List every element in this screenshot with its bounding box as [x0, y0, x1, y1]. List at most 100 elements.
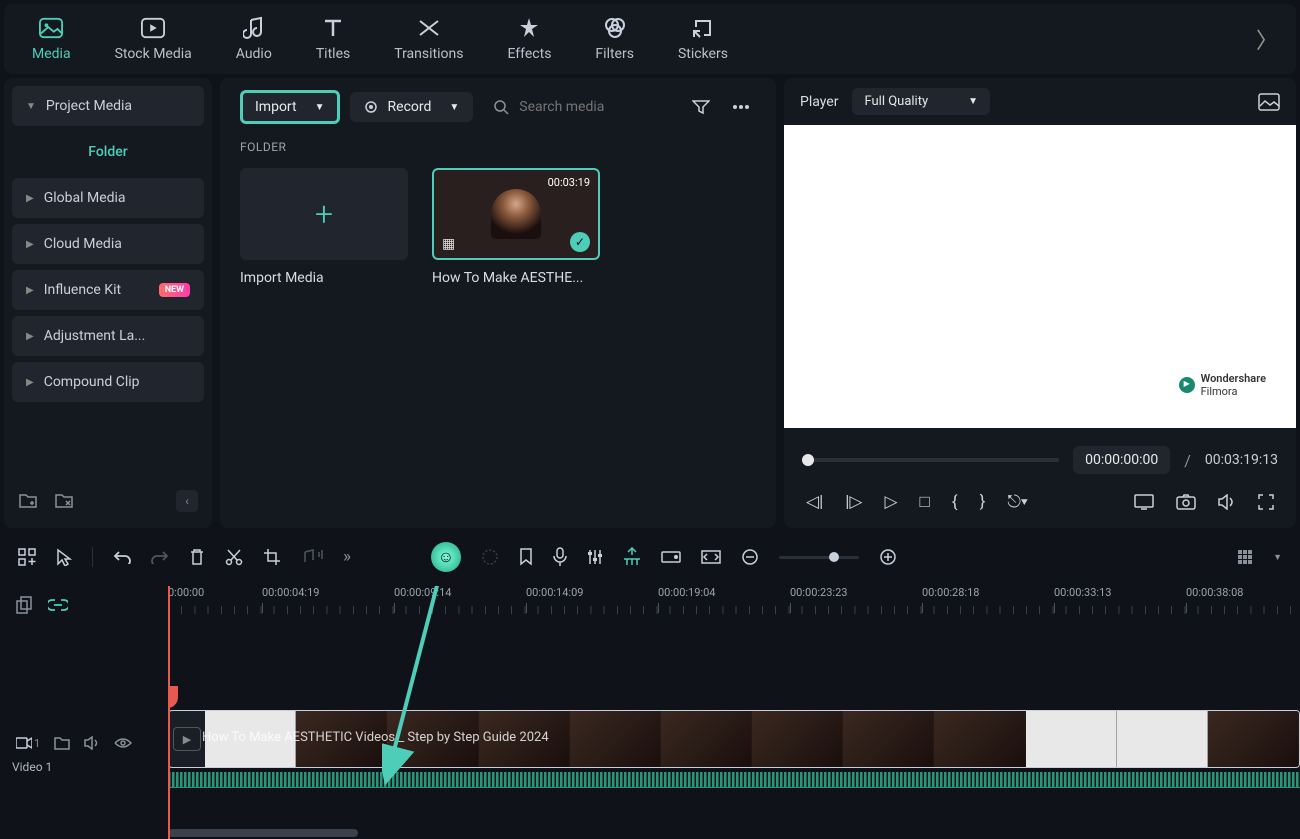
duplicate-icon[interactable] — [16, 596, 34, 614]
tab-media[interactable]: Media — [12, 8, 91, 70]
media-clip-1[interactable]: 00:03:19 ▦ ✓ How To Make AESTHE... — [432, 168, 600, 286]
playhead[interactable] — [168, 586, 170, 839]
timeline-toolbar: » ☺ ▼ — [0, 528, 1300, 586]
tab-audio[interactable]: Audio — [216, 8, 292, 70]
display-button[interactable] — [1134, 494, 1154, 510]
scrub-bar[interactable] — [802, 458, 1059, 462]
sidebar-global-media[interactable]: ▶ Global Media — [12, 178, 204, 218]
tab-titles[interactable]: Titles — [296, 8, 370, 70]
camera-button[interactable] — [1176, 494, 1196, 510]
marker-button[interactable] — [519, 548, 533, 566]
timeline: 1 Video 1 0:00:00 00:00:04:19 00:00:09:1… — [0, 586, 1300, 839]
crop-button[interactable] — [263, 548, 281, 566]
undo-button[interactable] — [113, 550, 131, 564]
mute-icon[interactable] — [84, 736, 100, 750]
more-icon[interactable] — [726, 99, 756, 115]
tab-transitions[interactable]: Transitions — [374, 8, 483, 70]
mixer-button[interactable] — [587, 549, 603, 565]
plus-icon: + — [315, 195, 333, 233]
clip-options-button[interactable]: ⎋▾ — [1007, 492, 1028, 512]
audio-detach-button[interactable] — [301, 549, 323, 565]
volume-button[interactable] — [1218, 494, 1236, 510]
timeline-body[interactable]: 0:00:00 00:00:04:19 00:00:09:14 00:00:14… — [168, 586, 1300, 839]
filter-icon[interactable] — [686, 93, 716, 121]
caret-right-icon: ▶ — [26, 377, 34, 388]
add-track-button[interactable] — [18, 548, 36, 566]
import-button[interactable]: Import ▼ — [240, 90, 340, 124]
ruler-tick: 00:00:38:08 — [1186, 586, 1243, 613]
audio-waveform[interactable] — [168, 772, 1300, 788]
sidebar-compound-clip[interactable]: ▶ Compound Clip — [12, 362, 204, 402]
speed-button[interactable] — [481, 548, 499, 566]
import-label: Import — [255, 99, 297, 115]
search-input[interactable] — [519, 99, 666, 115]
titles-icon — [321, 16, 345, 40]
fullscreen-button[interactable] — [1258, 494, 1274, 510]
delete-button[interactable] — [189, 548, 205, 566]
zoom-in-button[interactable] — [879, 548, 897, 566]
snap-button[interactable] — [661, 549, 681, 565]
ruler[interactable]: 0:00:00 00:00:04:19 00:00:09:14 00:00:14… — [168, 586, 1300, 630]
cursor-button[interactable] — [56, 548, 72, 566]
zoom-out-button[interactable] — [741, 548, 759, 566]
voiceover-button[interactable] — [553, 547, 567, 567]
fit-button[interactable] — [701, 550, 721, 564]
tab-label: Media — [32, 46, 71, 62]
mark-in-button[interactable]: { — [952, 492, 958, 512]
ruler-tick: 00:00:28:18 — [922, 586, 979, 613]
tab-filters[interactable]: Filters — [575, 8, 654, 70]
view-mode-chevron[interactable]: ▼ — [1273, 552, 1282, 563]
video-track-icon[interactable]: 1 — [16, 737, 40, 750]
sidebar-adjustment-layer[interactable]: ▶ Adjustment La... — [12, 316, 204, 356]
delete-folder-icon[interactable] — [54, 492, 74, 510]
zoom-slider[interactable] — [779, 556, 859, 559]
preview-viewport[interactable]: Wondershare Filmora — [784, 125, 1296, 428]
more-tools-button[interactable]: » — [343, 547, 351, 567]
scrub-head[interactable] — [802, 454, 814, 466]
horizontal-scrollbar[interactable] — [168, 829, 358, 837]
link-icon[interactable] — [48, 599, 68, 611]
sidebar-influence-kit[interactable]: ▶ Influence Kit NEW — [12, 270, 204, 310]
snapshot-icon[interactable] — [1258, 93, 1280, 111]
record-button[interactable]: Record ▼ — [350, 92, 474, 122]
prev-frame-button[interactable]: ◁| — [806, 492, 823, 512]
next-frame-button[interactable]: |▷ — [845, 492, 862, 512]
tab-label: Filters — [595, 46, 634, 62]
sidebar-project-media[interactable]: ▼ Project Media — [12, 86, 204, 126]
stickers-icon — [691, 16, 715, 40]
view-mode-button[interactable] — [1237, 549, 1253, 565]
tab-stickers[interactable]: Stickers — [658, 8, 748, 70]
sidebar-label: Compound Clip — [44, 374, 140, 390]
visibility-icon[interactable] — [114, 737, 132, 749]
tabs-scroll-right[interactable]: 〉 — [1246, 13, 1288, 65]
tab-effects[interactable]: Effects — [487, 8, 571, 70]
sidebar-folder[interactable]: Folder — [12, 132, 204, 172]
folder-icon[interactable] — [54, 736, 70, 750]
media-icon — [39, 16, 63, 40]
section-label: FOLDER — [240, 140, 756, 154]
search-box[interactable] — [483, 93, 676, 121]
split-button[interactable] — [225, 548, 243, 566]
mark-out-button[interactable]: } — [980, 492, 986, 512]
ai-button[interactable]: ☺ — [431, 542, 461, 572]
playhead-grip[interactable] — [168, 686, 178, 708]
new-folder-icon[interactable] — [18, 492, 38, 510]
import-media-card[interactable]: + Import Media — [240, 168, 408, 286]
collapse-sidebar-icon[interactable]: ‹ — [176, 490, 198, 512]
quality-dropdown[interactable]: Full Quality ▼ — [852, 88, 990, 115]
redo-button[interactable] — [151, 550, 169, 564]
sidebar-label: Global Media — [44, 190, 126, 206]
tab-label: Stickers — [678, 46, 728, 62]
watermark-logo-icon — [1179, 377, 1195, 393]
play-button[interactable]: ▷ — [884, 492, 897, 512]
clip-play-icon[interactable]: ▶ — [173, 727, 201, 751]
sidebar-cloud-media[interactable]: ▶ Cloud Media — [12, 224, 204, 264]
top-tabs: Media Stock Media Audio Titles Transitio… — [4, 4, 1296, 74]
video-clip[interactable]: ▶ — [168, 710, 1300, 768]
caret-right-icon: ▶ — [26, 239, 34, 250]
stop-button[interactable]: □ — [920, 492, 930, 512]
transitions-icon — [417, 16, 441, 40]
render-button[interactable] — [623, 547, 641, 567]
tab-stock-media[interactable]: Stock Media — [95, 8, 212, 70]
ruler-tick: 00:00:19:04 — [658, 586, 715, 613]
